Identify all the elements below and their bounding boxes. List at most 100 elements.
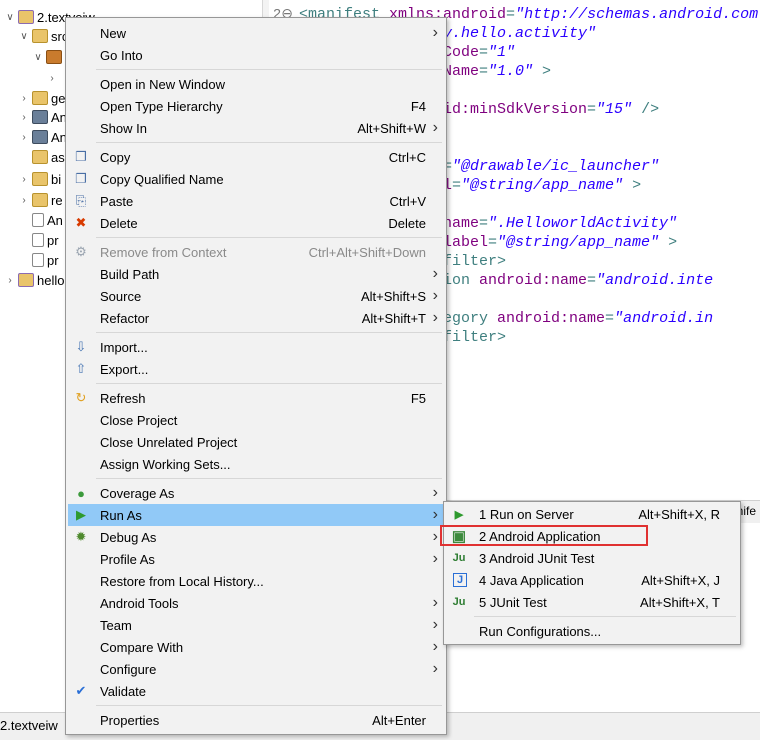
file-icon — [32, 233, 44, 247]
menu-item-label: Close Unrelated Project — [100, 434, 238, 450]
menu-item-label: Copy — [100, 149, 131, 165]
menu-item-label: Profile As — [100, 551, 155, 567]
menu-item-configure[interactable]: Configure › — [68, 658, 444, 680]
chevron-right-icon[interactable]: › — [46, 73, 58, 84]
submenu-item-label: 1 Run on Server — [479, 507, 574, 522]
submenu-item-4-java-application[interactable]: J 4 Java Application Alt+Shift+X, J — [446, 569, 738, 591]
tree-item[interactable]: as — [18, 147, 65, 167]
menu-item-restore-from-local-history[interactable]: Restore from Local History... — [68, 570, 444, 592]
highlight-annotation-box — [440, 525, 648, 546]
menu-item-shortcut: Alt+Shift+T — [361, 310, 426, 326]
menu-item-compare-with[interactable]: Compare With › — [68, 636, 444, 658]
tree-item[interactable]: › ge — [18, 88, 65, 108]
menu-item-shortcut: Delete — [388, 215, 426, 231]
menu-item-copy[interactable]: ❐ Copy Ctrl+C — [68, 146, 444, 168]
menu-separator — [96, 705, 442, 706]
code-token: = — [479, 44, 489, 61]
context-menu: New › Go Into Open in New Window Open Type H… — [65, 17, 447, 735]
menu-item-close-unrelated-project[interactable]: Close Unrelated Project — [68, 431, 444, 453]
check-icon: ✔ — [75, 683, 87, 698]
chevron-right-icon[interactable]: › — [18, 112, 30, 123]
menu-item-label: Coverage As — [100, 485, 175, 501]
chevron-right-icon: › — [432, 24, 438, 41]
chevron-right-icon: › — [432, 638, 438, 655]
chevron-right-icon: › — [432, 506, 438, 523]
menu-separator — [474, 616, 736, 617]
java-app-icon: J — [453, 573, 467, 587]
menu-item-refactor[interactable]: Refactor Alt+Shift+T › — [68, 307, 444, 329]
code-token: = — [452, 177, 462, 194]
menu-item-copy-qualified-name[interactable]: ❐ Copy Qualified Name — [68, 168, 444, 190]
junit-icon: Ju — [452, 552, 466, 564]
menu-item-new[interactable]: New › — [68, 22, 444, 44]
menu-item-run-as[interactable]: ▶ Run As › — [68, 504, 444, 526]
folder-icon — [32, 91, 48, 105]
menu-item-team[interactable]: Team › — [68, 614, 444, 636]
menu-item-android-tools[interactable]: Android Tools › — [68, 592, 444, 614]
menu-item-export[interactable]: ⇧ Export... — [68, 358, 444, 380]
expand-down-icon[interactable]: ∨ — [4, 12, 16, 23]
tree-item-label: An — [47, 212, 63, 228]
menu-item-open-in-new-window[interactable]: Open in New Window — [68, 73, 444, 95]
tree-item[interactable]: ∨ — [32, 47, 65, 67]
tree-item[interactable]: › An — [18, 127, 67, 147]
menu-item-source[interactable]: Source Alt+Shift+S › — [68, 285, 444, 307]
tree-item[interactable]: › re — [18, 190, 62, 210]
menu-item-coverage-as[interactable]: ● Coverage As › — [68, 482, 444, 504]
menu-item-properties[interactable]: Properties Alt+Enter — [68, 709, 444, 731]
file-icon — [32, 253, 44, 267]
tree-item[interactable]: pr — [18, 230, 59, 250]
submenu-item-5-junit-test[interactable]: Ju 5 JUnit Test Alt+Shift+X, T — [446, 591, 738, 613]
menu-separator — [96, 332, 442, 333]
menu-item-delete[interactable]: ✖ Delete Delete — [68, 212, 444, 234]
tree-item[interactable]: › hello — [4, 270, 64, 290]
delete-icon: ✖ — [75, 215, 87, 230]
menu-item-open-type-hierarchy[interactable]: Open Type Hierarchy F4 — [68, 95, 444, 117]
menu-item-assign-working-sets[interactable]: Assign Working Sets... — [68, 453, 444, 475]
menu-item-shortcut: Alt+Shift+W — [357, 120, 426, 136]
tree-item[interactable]: ∨ src — [18, 26, 68, 46]
menu-item-go-into[interactable]: Go Into — [68, 44, 444, 66]
code-token: = — [587, 272, 597, 289]
chevron-right-icon[interactable]: › — [4, 275, 16, 286]
menu-item-remove-from-context[interactable]: ⚙ Remove from Context Ctrl+Alt+Shift+Down — [68, 241, 444, 263]
remove-context-icon: ⚙ — [75, 244, 87, 259]
submenu-item-shortcut: Alt+Shift+X, R — [638, 507, 720, 522]
menu-item-label: Import... — [100, 339, 148, 355]
chevron-right-icon[interactable]: › — [18, 195, 30, 206]
chevron-right-icon: › — [432, 550, 438, 567]
menu-item-profile-as[interactable]: Profile As › — [68, 548, 444, 570]
tree-item-label: as — [51, 149, 65, 165]
menu-item-show-in[interactable]: Show In Alt+Shift+W › — [68, 117, 444, 139]
chevron-right-icon[interactable]: › — [18, 93, 30, 104]
expand-down-icon[interactable]: ∨ — [32, 52, 44, 63]
menu-item-label: Android Tools — [100, 595, 179, 611]
tree-item[interactable]: › bi — [18, 169, 61, 189]
menu-item-validate[interactable]: ✔ Validate — [68, 680, 444, 702]
tree-item[interactable]: An — [18, 210, 63, 230]
expand-down-icon[interactable]: ∨ — [18, 31, 30, 42]
code-token: /> — [632, 101, 660, 118]
library-icon — [32, 130, 48, 144]
chevron-right-icon[interactable]: › — [18, 132, 30, 143]
submenu-item-run-configurations[interactable]: Run Configurations... — [446, 620, 738, 642]
tree-item[interactable]: › — [46, 68, 58, 88]
menu-item-label: Paste — [100, 193, 134, 209]
submenu-item-3-android-junit-test[interactable]: Ju 3 Android JUnit Test — [446, 547, 738, 569]
menu-item-label: Go Into — [100, 47, 143, 63]
menu-item-paste[interactable]: ⎘ Paste Ctrl+V — [68, 190, 444, 212]
submenu-item-1-run-on-server[interactable]: ▶ 1 Run on Server Alt+Shift+X, R — [446, 503, 738, 525]
tree-item[interactable]: pr — [18, 250, 59, 270]
menu-item-refresh[interactable]: ↻ Refresh F5 — [68, 387, 444, 409]
menu-item-label: Refactor — [100, 310, 150, 326]
package-icon — [46, 50, 62, 64]
tree-item[interactable]: › An — [18, 107, 67, 127]
menu-item-debug-as[interactable]: ✹ Debug As › — [68, 526, 444, 548]
code-token: = — [506, 6, 516, 23]
code-token: > — [533, 63, 552, 80]
chevron-right-icon[interactable]: › — [18, 174, 30, 185]
menu-item-build-path[interactable]: Build Path › — [68, 263, 444, 285]
menu-item-import[interactable]: ⇩ Import... — [68, 336, 444, 358]
menu-item-label: Validate — [100, 683, 147, 699]
menu-item-close-project[interactable]: Close Project — [68, 409, 444, 431]
